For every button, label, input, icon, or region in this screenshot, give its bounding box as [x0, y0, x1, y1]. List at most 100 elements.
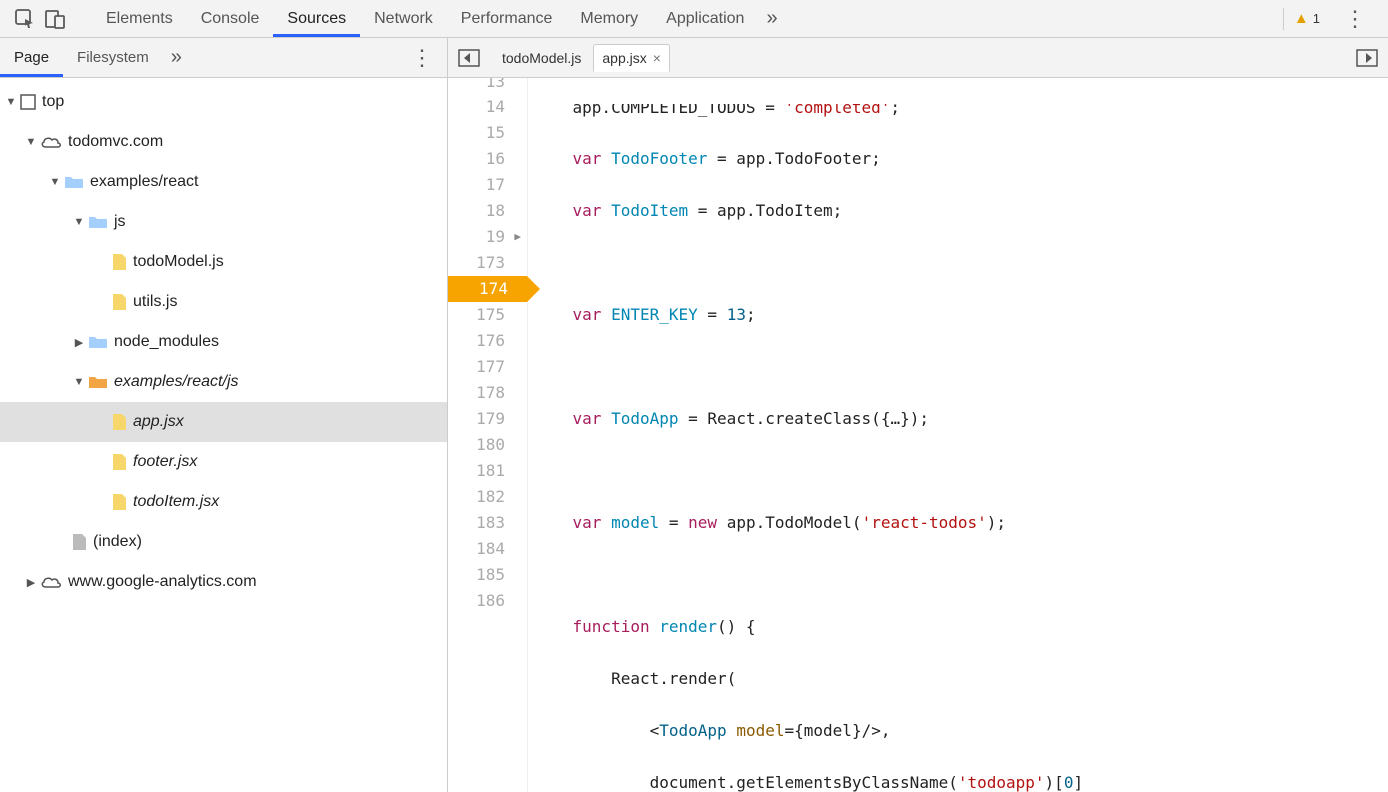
tab-memory[interactable]: Memory — [566, 0, 652, 37]
code-area[interactable]: app.COMPLETED_TODOS = 'completed'; var T… — [528, 78, 1083, 792]
tab-network[interactable]: Network — [360, 0, 447, 37]
code-editor[interactable]: 13 14 15 16 17 18 19▶ 173 174 175 176 17… — [448, 78, 1388, 792]
tree-domain-todomvc[interactable]: ▼ todomvc.com — [0, 122, 447, 162]
navigator-tab-filesystem[interactable]: Filesystem — [63, 38, 163, 77]
code-line: var TodoItem = app.TodoItem; — [534, 198, 1083, 224]
code-line: var model = new app.TodoModel('react-tod… — [534, 510, 1083, 536]
js-file-icon — [112, 453, 127, 471]
file-tab-todoModel[interactable]: todoModel.js — [494, 44, 589, 72]
warning-count: 1 — [1313, 11, 1320, 26]
sources-main: ▼ top ▼ todomvc.com ▼ examples/react ▼ j… — [0, 78, 1388, 792]
code-line: app.COMPLETED_TODOS = 'completed'; — [534, 104, 1083, 120]
tree-label: footer.jsx — [133, 453, 197, 471]
code-line: var TodoApp = React.createClass({…}); — [534, 406, 1083, 432]
more-navigator-tabs-icon[interactable]: » — [163, 46, 190, 69]
line-number[interactable]: 17 — [448, 172, 505, 198]
line-number[interactable]: 186 — [448, 588, 505, 614]
navigator-tabs: Page Filesystem » ⋮ — [0, 38, 448, 77]
inspect-element-icon[interactable] — [12, 6, 38, 32]
code-line: var TodoFooter = app.TodoFooter; — [534, 146, 1083, 172]
code-line — [534, 458, 1083, 484]
line-number[interactable]: 15 — [448, 120, 505, 146]
line-number[interactable]: 175 — [448, 302, 505, 328]
tree-label: (index) — [93, 533, 142, 551]
navigator-menu-icon[interactable]: ⋮ — [397, 45, 447, 71]
disclosure-icon: ▼ — [48, 176, 62, 188]
tree-file-utils[interactable]: utils.js — [0, 282, 447, 322]
tree-file-footer[interactable]: footer.jsx — [0, 442, 447, 482]
devtools-menu-icon[interactable]: ⋮ — [1336, 6, 1374, 32]
tree-top-frame[interactable]: ▼ top — [0, 82, 447, 122]
navigator-tab-page[interactable]: Page — [0, 38, 63, 77]
tree-label: www.google-analytics.com — [68, 573, 257, 591]
tab-application[interactable]: Application — [652, 0, 758, 37]
tree-label: top — [42, 93, 64, 111]
folder-icon — [88, 214, 108, 230]
line-number[interactable]: 173 — [448, 250, 505, 276]
tree-domain-ga[interactable]: ▶ www.google-analytics.com — [0, 562, 447, 602]
code-line — [534, 562, 1083, 588]
tree-label: todoModel.js — [133, 253, 224, 271]
tree-folder-examples-react-js[interactable]: ▼ examples/react/js — [0, 362, 447, 402]
line-number[interactable]: 179 — [448, 406, 505, 432]
line-number[interactable]: 176 — [448, 328, 505, 354]
line-number[interactable]: 180 — [448, 432, 505, 458]
gutter[interactable]: 13 14 15 16 17 18 19▶ 173 174 175 176 17… — [448, 78, 528, 792]
frame-icon — [20, 94, 36, 110]
js-file-icon — [112, 253, 127, 271]
top-right-controls: ▲ 1 ⋮ — [1283, 6, 1380, 32]
tab-elements[interactable]: Elements — [92, 0, 187, 37]
tab-console[interactable]: Console — [187, 0, 274, 37]
file-tab-app[interactable]: app.jsx × — [593, 44, 670, 72]
toggle-debugger-icon[interactable] — [1354, 46, 1380, 70]
line-number[interactable]: 185 — [448, 562, 505, 588]
line-number[interactable]: 182 — [448, 484, 505, 510]
folder-icon — [88, 334, 108, 350]
warning-triangle-icon: ▲ — [1294, 10, 1309, 27]
tab-sources[interactable]: Sources — [273, 0, 360, 37]
tree-label: todoItem.jsx — [133, 493, 219, 511]
tree-folder-node-modules[interactable]: ▶ node_modules — [0, 322, 447, 362]
js-file-icon — [112, 293, 127, 311]
disclosure-icon: ▼ — [72, 216, 86, 228]
breakpoint-line-number[interactable]: 174 — [448, 276, 527, 302]
line-number[interactable]: 184 — [448, 536, 505, 562]
toggle-navigator-icon[interactable] — [456, 46, 482, 70]
line-number[interactable]: 19▶ — [448, 224, 505, 250]
tab-performance[interactable]: Performance — [447, 0, 567, 37]
line-number[interactable]: 181 — [448, 458, 505, 484]
line-number[interactable]: 13 — [448, 78, 505, 94]
tree-file-index[interactable]: (index) — [0, 522, 447, 562]
code-line: React.render( — [534, 666, 1083, 692]
tree-label: utils.js — [133, 293, 177, 311]
more-tabs-icon[interactable]: » — [758, 7, 785, 30]
line-number[interactable]: 14 — [448, 94, 505, 120]
code-line: <TodoApp model={model}/>, — [534, 718, 1083, 744]
line-number[interactable]: 18 — [448, 198, 505, 224]
tree-file-todoModel[interactable]: todoModel.js — [0, 242, 447, 282]
tree-file-app[interactable]: app.jsx — [0, 402, 447, 442]
devtools-top-tabs: Elements Console Sources Network Perform… — [0, 0, 1388, 38]
code-line: document.getElementsByClassName('todoapp… — [534, 770, 1083, 792]
tree-folder-js[interactable]: ▼ js — [0, 202, 447, 242]
folder-icon — [88, 374, 108, 390]
line-number[interactable]: 178 — [448, 380, 505, 406]
line-number[interactable]: 183 — [448, 510, 505, 536]
line-number[interactable]: 177 — [448, 354, 505, 380]
editor-tabstrip: todoModel.js app.jsx × — [448, 38, 1388, 77]
tree-label: examples/react/js — [114, 373, 239, 391]
tree-folder-examples-react[interactable]: ▼ examples/react — [0, 162, 447, 202]
top-left-icons — [0, 6, 80, 32]
disclosure-icon: ▼ — [72, 376, 86, 388]
tree-label: todomvc.com — [68, 133, 163, 151]
tree-file-todoItem[interactable]: todoItem.jsx — [0, 482, 447, 522]
tree-label: js — [114, 213, 126, 231]
document-file-icon — [72, 533, 87, 551]
device-toolbar-icon[interactable] — [42, 6, 68, 32]
disclosure-icon: ▼ — [4, 96, 18, 108]
close-icon[interactable]: × — [653, 50, 661, 66]
line-number[interactable]: 16 — [448, 146, 505, 172]
disclosure-icon: ▶ — [72, 336, 86, 349]
fold-marker-icon[interactable]: ▶ — [514, 224, 521, 250]
warnings-badge[interactable]: ▲ 1 — [1283, 8, 1330, 30]
